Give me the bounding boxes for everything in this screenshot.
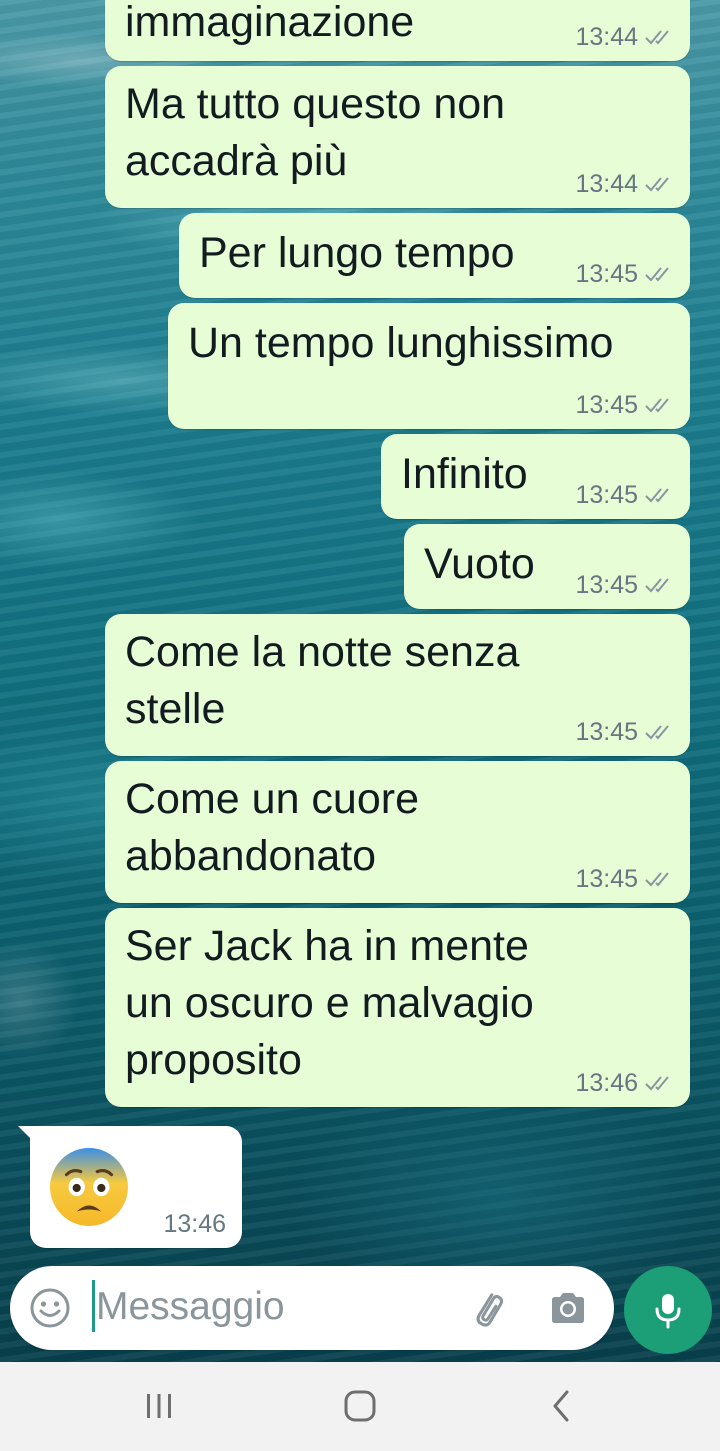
double-check-icon [645, 725, 669, 740]
message-line: stelle [125, 685, 226, 733]
microphone-icon [655, 1294, 681, 1329]
message-time: 13:45 [575, 865, 638, 893]
double-check-icon [645, 578, 669, 593]
camera-icon[interactable] [546, 1286, 590, 1330]
message-time: 13:44 [575, 23, 638, 51]
message-emoji [48, 1146, 130, 1228]
outgoing-message[interactable]: immaginazione 13:44 [105, 0, 690, 61]
chat-conversation[interactable]: immaginazione 13:44 Ma tutto questo non … [0, 0, 720, 1362]
outgoing-message[interactable]: Come la notte senza stelle 13:45 [105, 614, 690, 756]
outgoing-message[interactable]: Come un cuore abbandonato 13:45 [105, 761, 690, 903]
microphone-button[interactable] [624, 1266, 712, 1354]
message-time: 13:44 [575, 170, 638, 198]
message-time: 13:46 [575, 1069, 638, 1097]
message-meta: 13:45 [575, 865, 674, 893]
message-line: Come un cuore [125, 775, 419, 823]
message-text: Per lungo tempo [199, 225, 515, 282]
message-time: 13:45 [575, 481, 638, 509]
message-text: Vuoto [424, 536, 535, 593]
message-text: Come un cuore abbandonato [125, 771, 419, 885]
paperclip-icon[interactable] [464, 1286, 508, 1330]
double-check-icon [645, 177, 669, 192]
message-input[interactable] [96, 1276, 446, 1338]
outgoing-message[interactable]: Ser Jack ha in mente un oscuro e malvagi… [105, 908, 690, 1107]
message-text: Infinito [401, 446, 528, 503]
message-text: Ma tutto questo non accadrà più [125, 76, 505, 190]
double-check-icon [645, 30, 669, 45]
double-check-icon [645, 872, 669, 887]
message-text: Un tempo lunghissimo [188, 315, 613, 372]
message-time: 13:45 [575, 391, 638, 419]
message-line: Un tempo lunghissimo [188, 319, 614, 367]
double-check-icon [645, 1076, 669, 1091]
outgoing-message[interactable]: Per lungo tempo 13:45 [179, 213, 690, 298]
double-check-icon [645, 398, 669, 413]
outgoing-message[interactable]: Infinito 13:45 [381, 434, 690, 519]
message-meta: 13:46 [575, 1069, 674, 1097]
message-meta: 13:45 [575, 481, 674, 509]
back-icon[interactable] [542, 1386, 582, 1426]
message-line: Come la notte senza [125, 628, 520, 676]
recent-apps-icon[interactable] [139, 1386, 179, 1426]
text-cursor [92, 1280, 95, 1332]
message-line: Per lungo tempo [199, 229, 515, 277]
message-meta: 13:45 [575, 391, 674, 419]
message-meta: 13:44 [575, 170, 674, 198]
message-line: Vuoto [424, 540, 535, 588]
message-text: immaginazione [125, 0, 414, 51]
message-meta: 13:45 [575, 260, 674, 288]
double-check-icon [645, 267, 669, 282]
message-text: Ser Jack ha in mente un oscuro e malvagi… [125, 918, 534, 1089]
message-time: 13:45 [575, 260, 638, 288]
system-navigation-bar [0, 1362, 720, 1451]
message-line: proposito [125, 1036, 302, 1084]
message-line: abbandonato [125, 832, 377, 880]
double-check-icon [645, 488, 669, 503]
message-line: Infinito [401, 450, 528, 498]
home-icon[interactable] [340, 1386, 380, 1426]
bubble-tail [18, 1126, 32, 1140]
fearful-face-icon [50, 1148, 128, 1226]
outgoing-message[interactable]: Un tempo lunghissimo 13:45 [168, 303, 690, 429]
message-line: accadrà più [125, 137, 348, 185]
incoming-message[interactable]: 13:46 [18, 1126, 242, 1248]
message-meta: 13:46 [163, 1210, 226, 1238]
message-meta: 13:44 [575, 23, 674, 51]
message-time: 13:46 [163, 1210, 226, 1238]
message-line: Ma tutto questo non [125, 80, 506, 128]
message-line: immaginazione [125, 0, 415, 46]
message-time: 13:45 [575, 571, 638, 599]
message-composer [10, 1266, 614, 1350]
message-meta: 13:45 [575, 718, 674, 746]
smiley-icon[interactable] [28, 1286, 72, 1330]
outgoing-message[interactable]: Ma tutto questo non accadrà più 13:44 [105, 66, 690, 208]
message-meta: 13:45 [575, 571, 674, 599]
outgoing-message[interactable]: Vuoto 13:45 [404, 524, 690, 609]
message-time: 13:45 [575, 718, 638, 746]
message-line: un oscuro e malvagio [125, 979, 534, 1027]
message-text: Come la notte senza stelle [125, 624, 519, 738]
message-line: Ser Jack ha in mente [125, 922, 529, 970]
